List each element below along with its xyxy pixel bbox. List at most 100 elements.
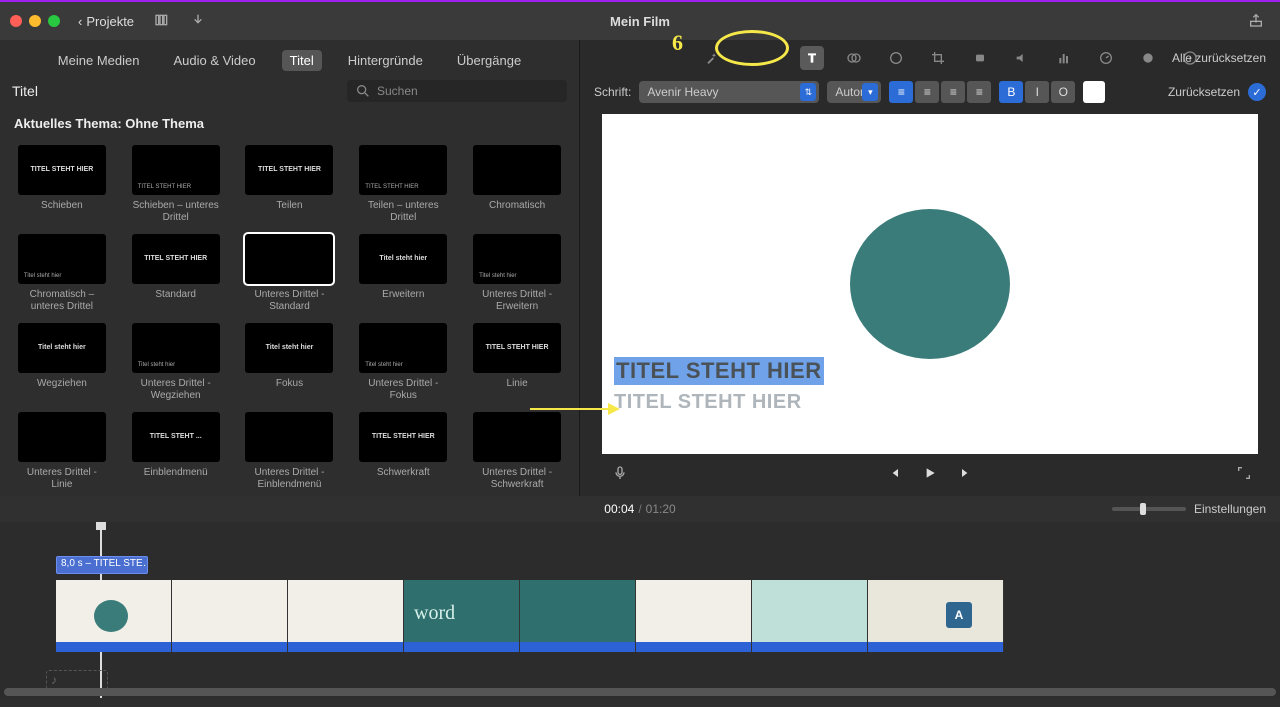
title-thumbnail	[18, 412, 106, 462]
stabilize-icon[interactable]	[968, 46, 992, 70]
title-label: Einblendmenü	[144, 467, 208, 479]
timeline-clip[interactable]	[172, 580, 288, 652]
noise-icon[interactable]	[1136, 46, 1160, 70]
font-label: Schrift:	[594, 85, 631, 99]
share-icon[interactable]	[1248, 12, 1264, 31]
timeline-clip[interactable]: A	[868, 580, 1004, 652]
tab-hintergruende[interactable]: Hintergründe	[340, 50, 431, 71]
audio-dropzone[interactable]: ♪	[46, 670, 108, 690]
align-justify-button[interactable]: ≡	[967, 81, 991, 103]
font-controls: Schrift: Avenir Heavy ⇅ Auton ▾ ≡ ≡ ≡ ≡ …	[580, 76, 1280, 108]
title-label: Unteres Drittel - Wegziehen	[130, 378, 222, 402]
title-preset[interactable]: TITEL STEHT HIERStandard	[124, 234, 228, 313]
crop-icon[interactable]	[926, 46, 950, 70]
apply-icon[interactable]: ✓	[1248, 83, 1266, 101]
title-preset[interactable]: Titel steht hier Erweitern	[351, 234, 455, 313]
timeline-clip[interactable]	[752, 580, 868, 652]
title-line-2[interactable]: TITEL STEHT HIER	[614, 391, 824, 414]
timeline[interactable]: 8,0 s – TITEL STE… word A ♪	[0, 522, 1280, 698]
minimize-icon[interactable]	[29, 15, 41, 27]
timeline-clip[interactable]	[636, 580, 752, 652]
title-label: Chromatisch – unteres Drittel	[16, 289, 108, 313]
title-preset[interactable]: TITEL STEHT HIERSchwerkraft	[351, 412, 455, 491]
microphone-icon[interactable]	[612, 465, 628, 484]
title-preset[interactable]: Unteres Drittel - Schwerkraft	[465, 412, 569, 491]
title-line-1[interactable]: TITEL STEHT HIER	[614, 357, 824, 385]
font-size-select[interactable]: Auton ▾	[827, 81, 881, 103]
title-preset[interactable]: Titel steht hierUnteres Drittel - Wegzie…	[124, 323, 228, 402]
title-preset[interactable]: TITEL STEHT HIERTeilen	[238, 145, 342, 224]
title-preset[interactable]: Titel steht hierUnteres Drittel - Erweit…	[465, 234, 569, 313]
fullscreen-icon[interactable]	[1236, 465, 1252, 484]
reset-all-button[interactable]: Alle zurücksetzen	[1172, 51, 1266, 65]
filter-icon[interactable]	[842, 46, 866, 70]
bold-button[interactable]: B	[999, 81, 1023, 103]
timeline-clip[interactable]: word	[404, 580, 520, 652]
timeline-clip[interactable]	[288, 580, 404, 652]
title-grid: TITEL STEHT HIERSchiebenTITEL STEHT HIER…	[0, 139, 579, 496]
title-preset[interactable]: Unteres Drittel - Einblendmenü	[238, 412, 342, 491]
title-preset[interactable]: Titel steht hierWegziehen	[10, 323, 114, 402]
italic-button[interactable]: I	[1025, 81, 1049, 103]
title-preset[interactable]: Titel steht hierUnteres Drittel - Fokus	[351, 323, 455, 402]
equalizer-icon[interactable]	[1052, 46, 1076, 70]
align-center-button[interactable]: ≡	[915, 81, 939, 103]
settings-button[interactable]: Einstellungen	[1194, 502, 1266, 516]
tab-uebergaenge[interactable]: Übergänge	[449, 50, 529, 71]
tab-titel[interactable]: Titel	[282, 50, 322, 71]
align-right-button[interactable]: ≡	[941, 81, 965, 103]
prev-button[interactable]	[886, 465, 902, 484]
title-thumbnail: Titel steht hier	[359, 234, 447, 284]
tab-audio-video[interactable]: Audio & Video	[165, 50, 263, 71]
title-preset[interactable]: Titel steht hier Chromatisch – unteres Dr…	[10, 234, 114, 313]
title-label: Unteres Drittel - Einblendmenü	[243, 467, 335, 491]
back-to-projects-button[interactable]: ‹ Projekte	[78, 14, 134, 29]
color-icon[interactable]	[884, 46, 908, 70]
title-thumbnail: TITEL STEHT HIER	[132, 234, 220, 284]
search-icon	[355, 83, 371, 99]
align-left-button[interactable]: ≡	[889, 81, 913, 103]
zoom-slider[interactable]	[1112, 507, 1186, 511]
title-label: Chromatisch	[489, 200, 545, 212]
reset-button[interactable]: Zurücksetzen	[1168, 85, 1240, 99]
title-label: Linie	[507, 378, 528, 390]
media-tabs: Meine Medien Audio & Video Titel Hinterg…	[0, 46, 579, 74]
color-swatch[interactable]	[1083, 81, 1105, 103]
title-preset[interactable]: TITEL STEHT HIERTeilen – unteres Drittel	[351, 145, 455, 224]
title-preset[interactable]: TITEL STEHT HIERSchieben	[10, 145, 114, 224]
title-preset[interactable]: Titel steht hierFokus	[238, 323, 342, 402]
title-thumbnail: Titel steht hier	[18, 234, 106, 284]
title-preset[interactable]: Unteres Drittel - Linie	[10, 412, 114, 491]
play-button[interactable]	[922, 465, 938, 484]
title-thumbnail	[245, 412, 333, 462]
zoom-icon[interactable]	[48, 15, 60, 27]
title-overlay[interactable]: TITEL STEHT HIER TITEL STEHT HIER	[614, 357, 824, 414]
title-preset[interactable]: TITEL STEHT HIERSchieben – unteres Dritt…	[124, 145, 228, 224]
next-button[interactable]	[958, 465, 974, 484]
title-preset[interactable]: TITEL STEHT HIERLinie	[465, 323, 569, 402]
title-inspector-icon[interactable]	[800, 46, 824, 70]
title-label: Erweitern	[382, 289, 424, 301]
search-input[interactable]: Suchen	[347, 80, 567, 102]
volume-icon[interactable]	[1010, 46, 1034, 70]
outline-button[interactable]: O	[1051, 81, 1075, 103]
close-icon[interactable]	[10, 15, 22, 27]
title-thumbnail: TITEL STEHT HIER	[132, 145, 220, 195]
title-preset[interactable]: Chromatisch	[465, 145, 569, 224]
clip-row: word A	[56, 580, 1004, 652]
library-icon[interactable]	[154, 12, 170, 31]
preview-viewer[interactable]: TITEL STEHT HIER TITEL STEHT HIER	[602, 114, 1258, 454]
timeline-title-clip[interactable]: 8,0 s – TITEL STE…	[56, 556, 148, 574]
timeline-clip[interactable]	[56, 580, 172, 652]
speed-icon[interactable]	[1094, 46, 1118, 70]
timeline-clip[interactable]	[520, 580, 636, 652]
import-icon[interactable]	[190, 12, 206, 31]
title-preset[interactable]: Unteres Drittel - Standard	[238, 234, 342, 313]
annotation-number: 6	[672, 30, 683, 56]
panel-heading: Titel	[12, 83, 38, 99]
tab-meine-medien[interactable]: Meine Medien	[50, 50, 148, 71]
title-preset[interactable]: TITEL STEHT ...Einblendmenü	[124, 412, 228, 491]
horizontal-scrollbar[interactable]	[4, 688, 1276, 696]
font-family-select[interactable]: Avenir Heavy ⇅	[639, 81, 819, 103]
title-thumbnail: TITEL STEHT HIER	[245, 145, 333, 195]
